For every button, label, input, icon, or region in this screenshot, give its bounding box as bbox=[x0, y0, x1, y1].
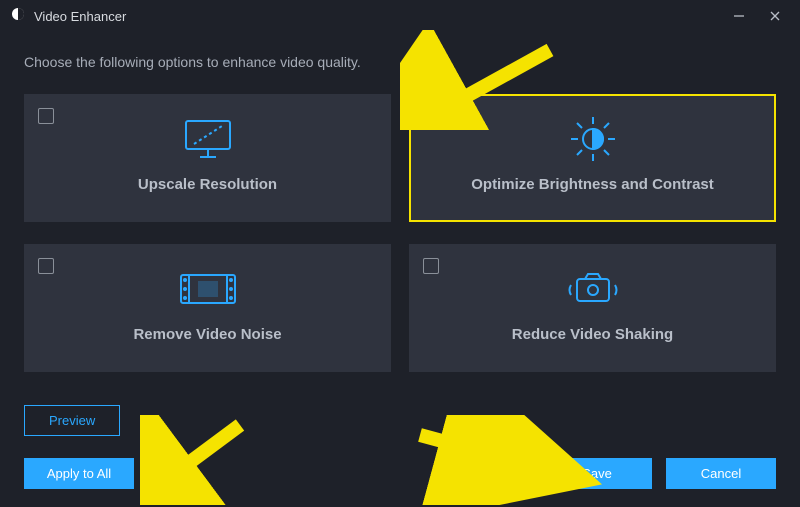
option-label: Reduce Video Shaking bbox=[512, 326, 673, 343]
checkbox-shaking[interactable] bbox=[423, 258, 439, 274]
action-row: Apply to All Save Cancel bbox=[24, 458, 776, 489]
footer: Preview Apply to All Save Cancel bbox=[0, 405, 800, 507]
option-remove-noise[interactable]: Remove Video Noise bbox=[24, 244, 391, 372]
checkbox-upscale[interactable] bbox=[38, 108, 54, 124]
window-controls bbox=[730, 7, 790, 25]
option-reduce-shaking[interactable]: Reduce Video Shaking bbox=[409, 244, 776, 372]
film-noise-icon bbox=[177, 262, 239, 316]
monitor-icon bbox=[180, 112, 236, 166]
brightness-icon bbox=[565, 112, 621, 166]
app-icon bbox=[10, 6, 26, 27]
options-grid: Upscale Resolution bbox=[24, 94, 776, 372]
apply-to-all-button[interactable]: Apply to All bbox=[24, 458, 134, 489]
titlebar-left: Video Enhancer bbox=[10, 6, 126, 27]
instruction-text: Choose the following options to enhance … bbox=[24, 54, 776, 70]
window-title: Video Enhancer bbox=[34, 9, 126, 24]
cancel-button[interactable]: Cancel bbox=[666, 458, 776, 489]
option-label: Remove Video Noise bbox=[133, 326, 281, 343]
minimize-button[interactable] bbox=[730, 7, 748, 25]
option-label: Optimize Brightness and Contrast bbox=[471, 176, 714, 193]
option-brightness-contrast[interactable]: Optimize Brightness and Contrast bbox=[409, 94, 776, 222]
option-upscale-resolution[interactable]: Upscale Resolution bbox=[24, 94, 391, 222]
option-label: Upscale Resolution bbox=[138, 176, 277, 193]
checkbox-brightness[interactable] bbox=[423, 108, 439, 124]
camera-shake-icon bbox=[565, 262, 621, 316]
close-button[interactable] bbox=[766, 7, 784, 25]
preview-button[interactable]: Preview bbox=[24, 405, 120, 436]
titlebar: Video Enhancer bbox=[0, 0, 800, 32]
checkbox-noise[interactable] bbox=[38, 258, 54, 274]
right-actions: Save Cancel bbox=[542, 458, 776, 489]
content-area: Choose the following options to enhance … bbox=[0, 32, 800, 372]
save-button[interactable]: Save bbox=[542, 458, 652, 489]
